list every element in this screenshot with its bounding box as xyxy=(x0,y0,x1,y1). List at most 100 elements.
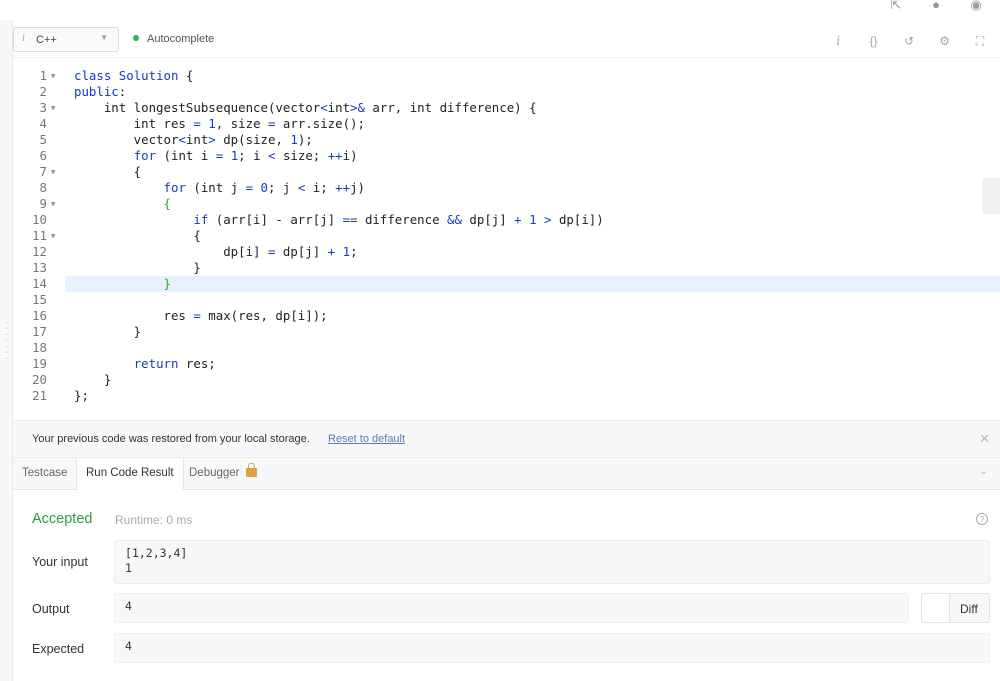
line-number: 2 xyxy=(39,84,47,99)
line-number: 17 xyxy=(32,324,47,339)
code-line-15[interactable]: 15 xyxy=(13,292,1000,308)
close-icon[interactable]: ✕ xyxy=(979,431,990,447)
code-text[interactable]: { xyxy=(74,228,200,244)
code-line-7[interactable]: 7 ▼ { xyxy=(13,164,1000,180)
code-editor[interactable]: 1 ▼ class Solution { 2 public: 3 ▼ int longest… xyxy=(13,58,1000,420)
code-line-5[interactable]: 5 vector<int> dp(size, 1); xyxy=(13,132,1000,148)
code-text[interactable]: }; xyxy=(74,388,89,404)
code-text[interactable]: public: xyxy=(74,84,126,100)
lock-icon xyxy=(245,463,257,477)
code-text[interactable]: int longestSubsequence(vector<int>& arr,… xyxy=(74,100,537,116)
run-result-panel: Accepted Runtime: 0 ms ? Your input [1,2… xyxy=(13,490,1000,681)
format-braces-icon[interactable]: {} xyxy=(864,34,884,48)
code-line-19[interactable]: 19 return res; xyxy=(13,356,1000,372)
code-line-2[interactable]: 2 public: xyxy=(13,84,1000,100)
help-icon[interactable]: ? xyxy=(976,513,988,525)
settings-icon[interactable]: ⚙ xyxy=(935,34,955,48)
bell-icon[interactable]: ● xyxy=(926,0,946,12)
code-text[interactable]: } xyxy=(74,372,111,388)
panel-resize-gutter[interactable]: · · · · · · · xyxy=(0,20,13,681)
line-number: 8 xyxy=(39,180,47,195)
code-line-20[interactable]: 20 } xyxy=(13,372,1000,388)
line-number: 7 xyxy=(39,164,47,179)
code-line-9[interactable]: 9 ▼ { xyxy=(13,196,1000,212)
user-icon[interactable]: ◉ xyxy=(966,0,986,12)
fold-arrow-icon[interactable]: ▼ xyxy=(51,164,55,180)
language-select[interactable]: i C++ ▼ xyxy=(13,27,119,52)
code-text[interactable]: vector<int> dp(size, 1); xyxy=(74,132,313,148)
code-line-1[interactable]: 1 ▼ class Solution { xyxy=(13,68,1000,84)
restore-notice: Your previous code was restored from you… xyxy=(13,420,1000,458)
code-text[interactable]: return res; xyxy=(74,356,216,372)
code-line-8[interactable]: 8 for (int j = 0; j < i; ++j) xyxy=(13,180,1000,196)
drag-handle-icon[interactable]: · · · · · · · xyxy=(5,318,8,364)
line-number: 12 xyxy=(32,244,47,259)
code-text[interactable]: } xyxy=(74,324,141,340)
fold-arrow-icon[interactable]: ▼ xyxy=(51,68,55,84)
code-text[interactable]: res = max(res, dp[i]); xyxy=(74,308,328,324)
code-line-17[interactable]: 17 } xyxy=(13,324,1000,340)
code-line-12[interactable]: 12 dp[i] = dp[j] + 1; xyxy=(13,244,1000,260)
code-text[interactable]: for (int i = 1; i < size; ++i) xyxy=(74,148,358,164)
line-number: 18 xyxy=(32,340,47,355)
reset-icon[interactable]: ↺ xyxy=(899,34,919,48)
your-input-label: Your input xyxy=(32,555,88,569)
line-number: 14 xyxy=(32,276,47,291)
code-line-3[interactable]: 3 ▼ int longestSubsequence(vector<int>& a… xyxy=(13,100,1000,116)
tab-debugger[interactable]: Debugger xyxy=(180,458,266,490)
chevron-down-icon[interactable]: ⌄ xyxy=(980,466,988,477)
code-text[interactable]: int res = 1, size = arr.size(); xyxy=(74,116,365,132)
fold-arrow-icon[interactable]: ▼ xyxy=(51,228,55,244)
status-dot-icon xyxy=(133,35,139,41)
diff-toggle[interactable]: Diff xyxy=(921,593,990,623)
line-number: 4 xyxy=(39,116,47,131)
code-line-6[interactable]: 6 for (int i = 1; i < size; ++i) xyxy=(13,148,1000,164)
code-text[interactable]: dp[i] = dp[j] + 1; xyxy=(74,244,357,260)
language-label: C++ xyxy=(36,34,57,46)
code-line-11[interactable]: 11 ▼ { xyxy=(13,228,1000,244)
code-line-14[interactable]: 14 } xyxy=(65,276,1000,292)
code-line-21[interactable]: 21}; xyxy=(13,388,1000,404)
diff-label: Diff xyxy=(960,602,978,616)
toggle-knob xyxy=(922,594,950,622)
line-number: 6 xyxy=(39,148,47,163)
line-number: 3 xyxy=(39,100,47,115)
line-number: 10 xyxy=(32,212,47,227)
tab-run-code-result[interactable]: Run Code Result xyxy=(76,458,184,491)
chevron-down-icon: ▼ xyxy=(100,33,108,42)
code-text[interactable]: { xyxy=(74,196,171,212)
code-line-10[interactable]: 10 if (arr[i] - arr[j] == difference && … xyxy=(13,212,1000,228)
code-text[interactable]: { xyxy=(74,164,141,180)
autocomplete-toggle[interactable]: Autocomplete xyxy=(133,33,214,45)
top-strip: ⇱ ● ◉ xyxy=(0,0,1000,20)
reset-to-default-link[interactable]: Reset to default xyxy=(328,433,405,445)
code-line-13[interactable]: 13 } xyxy=(13,260,1000,276)
runtime-text: Runtime: 0 ms xyxy=(115,513,193,527)
info-icon: i xyxy=(22,33,26,44)
code-text[interactable]: } xyxy=(74,276,171,292)
active-line-number: 14 xyxy=(13,276,65,292)
code-line-4[interactable]: 4 int res = 1, size = arr.size(); xyxy=(13,116,1000,132)
code-line-16[interactable]: 16 res = max(res, dp[i]); xyxy=(13,308,1000,324)
restore-message: Your previous code was restored from you… xyxy=(32,433,310,445)
code-text[interactable]: if (arr[i] - arr[j] == difference && dp[… xyxy=(74,212,603,228)
code-text[interactable]: class Solution { xyxy=(74,68,193,84)
line-number: 19 xyxy=(32,356,47,371)
share-icon[interactable]: ⇱ xyxy=(886,0,906,12)
expected-value: 4 xyxy=(114,633,990,663)
line-number: 9 xyxy=(39,196,47,211)
tab-testcase[interactable]: Testcase xyxy=(13,458,76,490)
line-number: 1 xyxy=(39,68,47,83)
line-number: 21 xyxy=(32,388,47,403)
editor-toolbar: i C++ ▼ Autocomplete i {} ↺ ⚙ ⛶ xyxy=(13,20,1000,58)
line-number: 13 xyxy=(32,260,47,275)
fold-arrow-icon[interactable]: ▼ xyxy=(51,100,55,116)
fold-arrow-icon[interactable]: ▼ xyxy=(51,196,55,212)
code-line-18[interactable]: 18 xyxy=(13,340,1000,356)
code-text[interactable]: } xyxy=(74,260,200,276)
info-icon[interactable]: i xyxy=(828,34,848,48)
line-number: 5 xyxy=(39,132,47,147)
fullscreen-icon[interactable]: ⛶ xyxy=(970,34,990,48)
code-text[interactable]: for (int j = 0; j < i; ++j) xyxy=(74,180,365,196)
result-status: Accepted xyxy=(32,511,93,527)
